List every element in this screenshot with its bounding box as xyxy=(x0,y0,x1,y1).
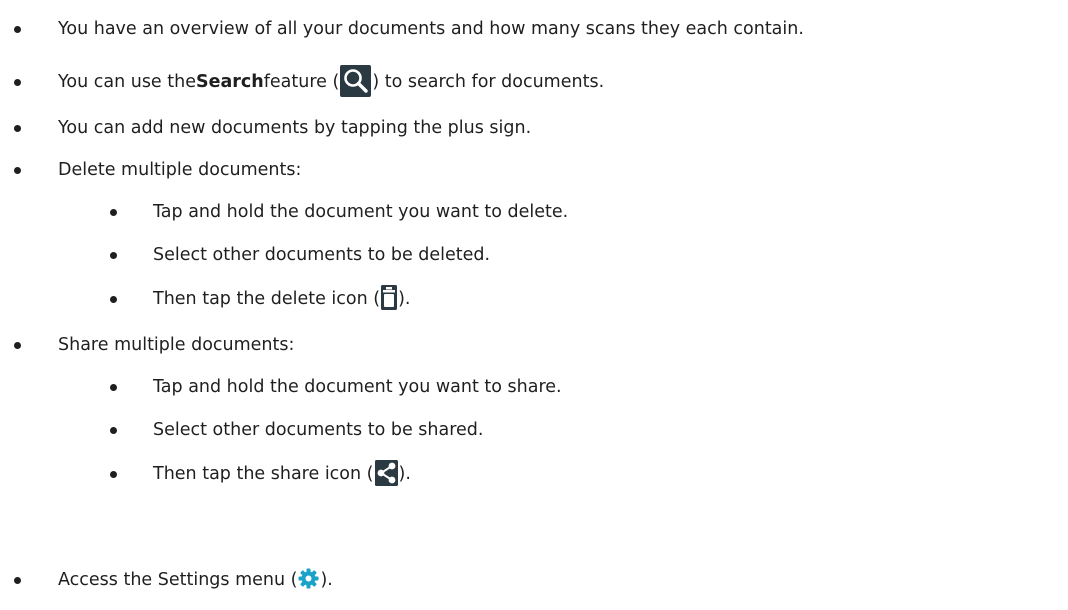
bullet xyxy=(110,384,117,391)
text-segment: ) to search for documents. xyxy=(372,72,605,92)
text-segment: Access the Settings menu ( xyxy=(58,570,298,590)
bullet xyxy=(14,125,21,132)
text-segment: Then tap the delete icon ( xyxy=(153,289,381,309)
sub-list-item-text: Select other documents to be shared. xyxy=(153,420,484,440)
bullet xyxy=(110,427,117,434)
text-segment: You can use the xyxy=(58,72,196,92)
bullet xyxy=(110,252,117,259)
trash-icon xyxy=(381,284,398,310)
bullet xyxy=(110,296,117,303)
bullet xyxy=(14,26,21,33)
sub-list-item-text: Tap and hold the document you want to sh… xyxy=(153,377,562,397)
list-item-text: Delete multiple documents: xyxy=(58,160,302,180)
share-icon xyxy=(374,460,398,486)
list-item-text: You can add new documents by tapping the… xyxy=(58,118,532,138)
list-item-text: You have an overview of all your documen… xyxy=(58,19,804,39)
bullet xyxy=(110,209,117,216)
document-page: You have an overview of all your documen… xyxy=(0,0,1068,610)
text-segment: ). xyxy=(320,570,333,590)
sub-list-item-text: Tap and hold the document you want to de… xyxy=(153,202,569,222)
bullet xyxy=(14,342,21,349)
search-icon xyxy=(340,65,372,97)
list-item-text: Share multiple documents: xyxy=(58,335,295,355)
list-item-text: You can use the Search feature ( ) to sea… xyxy=(58,65,605,97)
sub-list-item-text: Select other documents to be deleted. xyxy=(153,245,491,265)
bullet xyxy=(14,79,21,86)
text-segment: Then tap the share icon ( xyxy=(153,464,374,484)
bullet xyxy=(14,167,21,174)
search-label: Search xyxy=(195,72,264,92)
gear-icon xyxy=(298,568,319,589)
sub-list-item-text: Then tap the delete icon (). xyxy=(153,284,411,314)
sub-list-item-text: Then tap the share icon (). xyxy=(153,459,411,489)
list-item-text: Access the Settings menu (). xyxy=(58,565,333,595)
bullet xyxy=(14,577,21,584)
bullet xyxy=(110,471,117,478)
text-segment: feature ( xyxy=(263,72,340,92)
text-segment: ). xyxy=(398,464,411,484)
text-segment: ). xyxy=(398,289,411,309)
